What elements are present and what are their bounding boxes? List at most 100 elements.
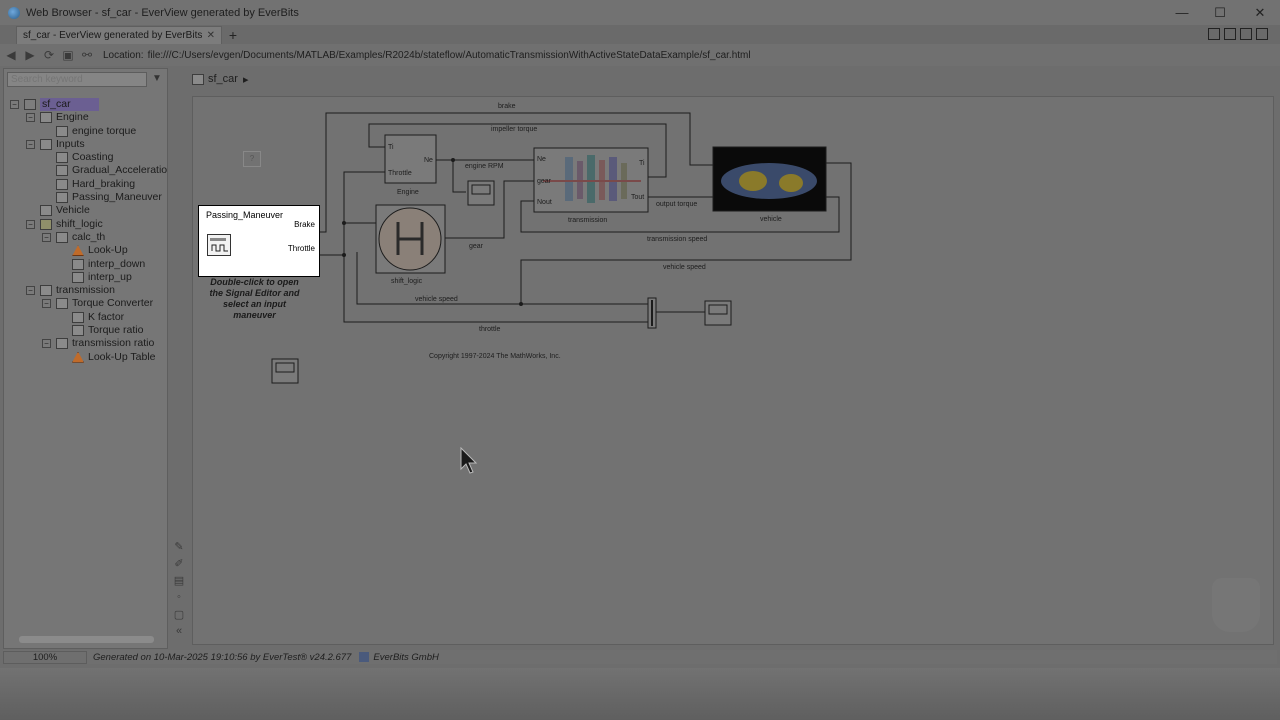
tree-item[interactable]: K factor [4,311,167,324]
tab-sf-car[interactable]: sf_car - EverView generated by EverBits … [16,26,222,44]
tree-item[interactable]: interp_up [4,271,167,284]
collapse-toggle-icon[interactable]: − [10,100,19,109]
collapse-toggle-icon[interactable]: − [26,286,35,296]
tree-item[interactable]: Gradual_Acceleration [4,164,167,177]
collapse-toggle-icon[interactable]: − [26,139,35,149]
diagram-canvas[interactable]: brake impeller torque engine RPM gear ou… [192,96,1274,645]
back-arrow-icon[interactable]: ◀ [3,47,19,63]
collapse-icon[interactable]: « [172,625,186,639]
transmission-label: transmission [568,217,607,224]
model-icon [192,73,204,85]
tree-item[interactable]: − calc_th [4,231,167,244]
dot-icon[interactable]: ◦ [172,591,186,605]
find-binoculars-icon[interactable]: ⚯ [79,47,95,63]
everbits-logo-icon [359,652,370,662]
tab-bar: sf_car - EverView generated by EverBits … [0,25,1280,44]
block-icon [56,338,68,350]
close-window-button[interactable]: ✕ [1240,0,1280,25]
tree-item-label: Torque Converter [72,297,154,310]
lookup-icon [72,325,84,337]
collapse-toggle-icon[interactable]: − [26,113,35,123]
tree-item[interactable]: − sf_car [4,98,167,111]
help-block[interactable]: ? [243,151,261,167]
close-tab-icon[interactable]: ✕ [207,30,215,41]
tree-item[interactable]: Passing_Maneuver [4,191,167,204]
tree-item[interactable]: Hard_braking [4,178,167,191]
engine-port-throttle: Throttle [388,170,412,177]
filter-icon[interactable]: ▼ [152,73,164,85]
layout-switcher [1208,28,1268,40]
tree-item[interactable]: Torque ratio [4,324,167,337]
throttle-engine-line [320,171,385,256]
port-throttle: Throttle [287,244,315,253]
tree-item[interactable]: Vehicle [4,204,167,217]
signal-editor-note: Double-click to open the Signal Editor a… [209,277,300,320]
diagram-svg: brake impeller torque engine RPM gear ou… [271,103,852,384]
forward-arrow-icon[interactable]: ▶ [22,47,38,63]
tree-item[interactable]: − transmission ratio [4,337,167,350]
new-tab-button[interactable]: + [225,27,241,43]
location-url[interactable]: file:///C:/Users/evgen/Documents/MATLAB/… [148,50,751,61]
rows-layout-icon[interactable] [1240,28,1252,40]
signal-gear: gear [469,243,484,250]
signal-vehicle-speed-top: vehicle speed [663,264,706,271]
browser-globe-icon [8,6,20,19]
signal-throttle: throttle [479,326,501,333]
search-input[interactable] [7,72,147,87]
breadcrumb-arrow-icon[interactable]: ▸ [243,73,249,86]
maximize-button[interactable]: ☐ [1200,0,1240,25]
tree-item[interactable]: interp_down [4,258,167,271]
chart-icon [24,99,36,110]
fn-icon [72,245,84,257]
block-icon [56,192,68,204]
signal-brake: brake [498,103,516,110]
location-bar: ◀ ▶ ⟳ ▣ ⚯ Location: file:///C:/Users/evg… [0,44,1280,66]
port-brake: Brake [294,220,315,229]
tree-item[interactable]: − Torque Converter [4,297,167,310]
collapse-toggle-icon[interactable]: − [26,219,35,229]
columns-layout-icon[interactable] [1224,28,1236,40]
print-icon[interactable]: ▣ [60,47,76,63]
collapse-toggle-icon[interactable]: − [42,299,51,309]
tree-item[interactable]: Look-Up Table [4,351,167,364]
copyright-text: Copyright 1997-2024 The MathWorks, Inc. [429,353,561,360]
single-layout-icon[interactable] [1256,28,1268,40]
tree-item[interactable]: Coasting [4,151,167,164]
tree-item[interactable]: − transmission [4,284,167,297]
signal-transmission-speed: transmission speed [647,236,707,243]
tree-item[interactable]: Look-Up [4,244,167,257]
tree-item-label: sf_car [40,98,99,111]
breadcrumb: sf_car ▸ [192,70,249,88]
horizontal-scrollbar[interactable] [9,635,164,644]
stateflow-icon [40,218,52,230]
save-icon[interactable]: ▤ [172,574,186,588]
block-icon [56,298,68,310]
passing-maneuver-block[interactable]: Passing_Maneuver Brake Throttle [198,205,320,277]
tree-item-label: transmission [56,284,115,297]
signal-editor-icon [207,234,231,256]
pencil-icon[interactable]: ✎ [172,540,186,554]
block-icon [40,205,52,217]
engine-label: Engine [397,189,419,196]
tree-item[interactable]: − Engine [4,111,167,124]
signal-output-torque: output torque [656,201,697,208]
fit-view-icon[interactable]: ▢ [172,608,186,622]
tree-item-label: Hard_braking [72,177,136,190]
refresh-icon[interactable]: ⟳ [41,47,57,63]
company-name[interactable]: EverBits GmbH [373,652,438,663]
tree-item[interactable]: engine torque [4,125,167,138]
edit-icon[interactable]: ✐ [172,557,186,571]
breadcrumb-model[interactable]: sf_car [208,73,238,85]
grid-layout-icon[interactable] [1208,28,1220,40]
tree-item-label: Engine [56,111,89,124]
tree-item[interactable]: − shift_logic [4,218,167,231]
collapse-toggle-icon[interactable]: − [42,232,51,242]
zoom-level[interactable]: 100% [3,650,87,664]
tree-item[interactable]: − Inputs [4,138,167,151]
tree-item-label: interp_down [88,257,146,270]
collapse-toggle-icon[interactable]: − [42,339,51,349]
tree-item-label: shift_logic [56,217,103,230]
model-browser-sidebar: ▼ −sf_car−Engineengine torque−InputsCoas… [3,68,168,649]
block-icon [40,285,52,297]
minimize-button[interactable]: — [1162,0,1202,25]
